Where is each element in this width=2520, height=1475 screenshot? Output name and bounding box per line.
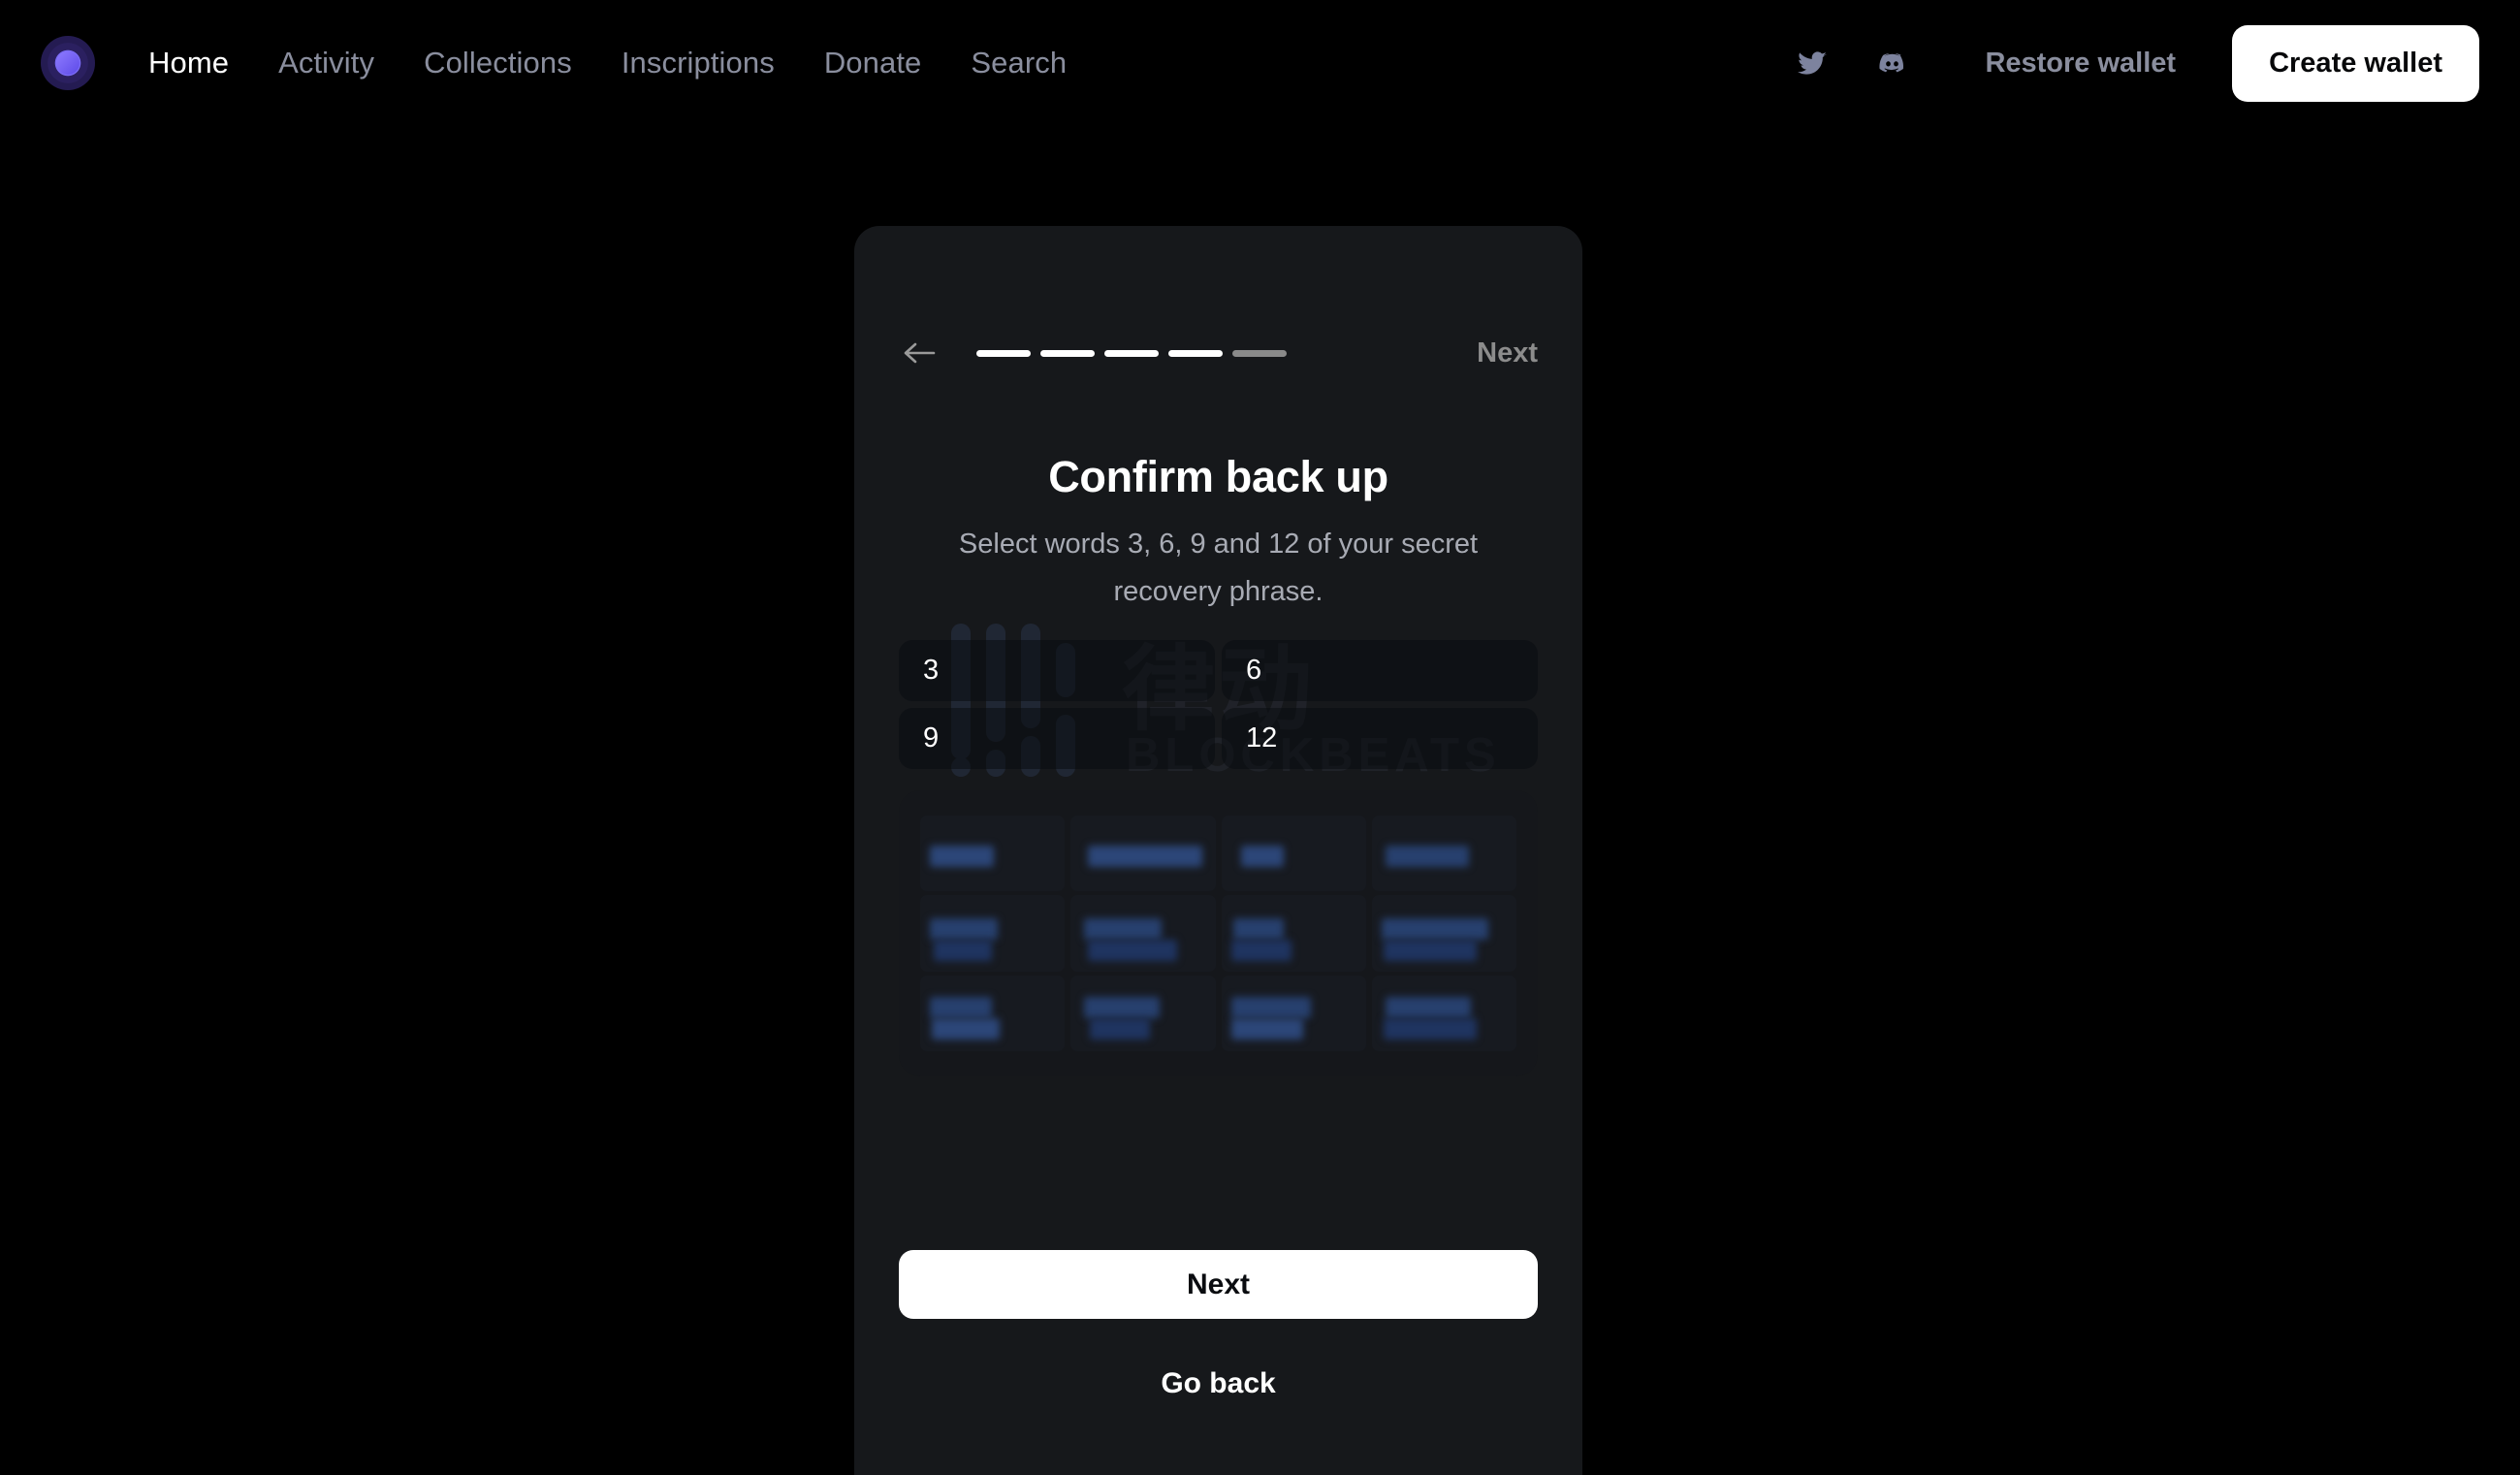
word-chip-5[interactable]	[920, 895, 1066, 972]
word-field-9[interactable]: 9	[899, 708, 1215, 769]
progress-segment-2	[1040, 349, 1095, 357]
page-title: Confirm back up	[1048, 452, 1388, 501]
app-root: Home Activity Collections Inscriptions D…	[0, 0, 2520, 1475]
nav-link-search[interactable]: Search	[971, 46, 1067, 80]
nav-link-inscriptions[interactable]: Inscriptions	[622, 46, 775, 80]
word-chip-11[interactable]	[1221, 975, 1366, 1051]
navbar-actions: Restore wallet Create wallet	[1787, 24, 2479, 102]
nav-link-collections[interactable]: Collections	[424, 46, 572, 80]
restore-wallet-button[interactable]: Restore wallet	[1985, 48, 2176, 80]
word-field-12-label: 12	[1246, 722, 1278, 754]
header-next-link[interactable]: Next	[1477, 337, 1538, 369]
word-chip-7[interactable]	[1221, 895, 1366, 972]
word-number-fields: 3 6 9 12	[899, 640, 1538, 769]
nav-link-home[interactable]: Home	[148, 46, 229, 80]
word-field-3[interactable]: 3	[899, 640, 1215, 701]
word-chip-4[interactable]	[1371, 816, 1516, 892]
word-chip-12[interactable]	[1371, 975, 1516, 1051]
next-button[interactable]: Next	[899, 1250, 1538, 1319]
word-chip-6[interactable]	[1070, 895, 1216, 972]
discord-icon[interactable]	[1866, 38, 1917, 88]
word-chip-1[interactable]	[920, 816, 1066, 892]
word-chip-10[interactable]	[1070, 975, 1216, 1051]
confirm-backup-modal: 律动 BLOCKBEATS Next Confirm back up Selec…	[854, 226, 1582, 1475]
word-chip-2[interactable]	[1070, 816, 1216, 892]
page-subtitle: Select words 3, 6, 9 and 12 of your secr…	[958, 529, 1479, 607]
orb-logo-icon[interactable]	[41, 36, 95, 90]
word-field-9-label: 9	[923, 722, 940, 754]
word-bank-panel	[899, 790, 1538, 1076]
word-field-12[interactable]: 12	[1222, 708, 1538, 769]
top-navbar: Home Activity Collections Inscriptions D…	[0, 0, 2520, 126]
word-chip-8[interactable]	[1371, 895, 1516, 972]
progress-segment-3	[1104, 349, 1159, 357]
word-field-3-label: 3	[923, 655, 940, 686]
step-progress-indicator	[976, 349, 1287, 357]
progress-segment-5	[1232, 349, 1287, 357]
word-chip-9[interactable]	[920, 975, 1066, 1051]
primary-navigation: Home Activity Collections Inscriptions D…	[148, 46, 1067, 80]
nav-link-donate[interactable]: Donate	[824, 46, 922, 80]
create-wallet-button[interactable]: Create wallet	[2232, 24, 2479, 102]
progress-segment-4	[1168, 349, 1223, 357]
twitter-icon[interactable]	[1787, 38, 1837, 88]
word-field-6-label: 6	[1246, 655, 1262, 686]
nav-link-activity[interactable]: Activity	[278, 46, 374, 80]
go-back-button[interactable]: Go back	[899, 1354, 1538, 1414]
modal-header: Next	[899, 326, 1538, 380]
arrow-left-icon[interactable]	[899, 333, 940, 373]
progress-segment-1	[976, 349, 1031, 357]
word-chip-3[interactable]	[1221, 816, 1366, 892]
word-field-6[interactable]: 6	[1222, 640, 1538, 701]
